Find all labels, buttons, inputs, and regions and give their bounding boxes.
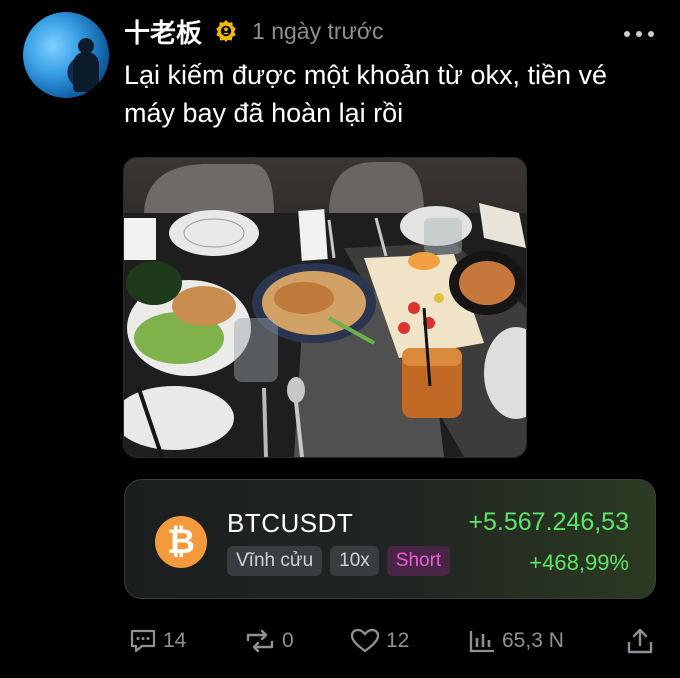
tag-perpetual: Vĩnh cửu <box>227 546 323 576</box>
trade-pnl: +5.567.246,53 <box>468 508 629 536</box>
post-text: Lại kiếm được một khoản từ okx, tiền vé … <box>124 60 608 128</box>
bitcoin-icon: ₿ <box>155 516 207 568</box>
repost-button[interactable]: 0 <box>244 626 294 656</box>
trade-pnl-percent: +468,99% <box>529 550 629 575</box>
verified-badge-icon <box>214 19 238 43</box>
share-icon <box>627 628 653 654</box>
views-icon <box>469 631 494 653</box>
repost-icon <box>246 629 274 653</box>
views-count: 65,3 N <box>502 629 564 652</box>
reply-button[interactable]: 14 <box>129 626 186 656</box>
post-image[interactable] <box>123 157 527 458</box>
like-button[interactable]: 12 <box>350 626 409 656</box>
trade-symbol: BTCUSDT <box>227 508 354 538</box>
trade-card[interactable]: ₿ BTCUSDT Vĩnh cửu 10x Short +5.567.246,… <box>124 479 656 599</box>
post-header: 十老板 1 ngày trước <box>124 13 384 50</box>
like-count: 12 <box>386 629 410 652</box>
tag-leverage: 10x <box>330 546 379 576</box>
post-time: 1 ngày trước <box>252 17 384 44</box>
heart-icon <box>350 628 380 653</box>
trade-tags: Vĩnh cửu 10x Short <box>227 546 451 576</box>
repost-count: 0 <box>282 629 294 652</box>
action-bar: 14 0 12 65,3 N <box>0 626 680 656</box>
avatar[interactable] <box>23 12 109 98</box>
more-icon[interactable] <box>622 18 656 42</box>
reply-count: 14 <box>163 629 187 652</box>
tag-short: Short <box>386 546 451 576</box>
author-name[interactable]: 十老板 <box>124 13 202 50</box>
views-button[interactable]: 65,3 N <box>468 626 564 656</box>
share-button[interactable] <box>625 626 661 656</box>
comment-icon <box>130 629 156 653</box>
